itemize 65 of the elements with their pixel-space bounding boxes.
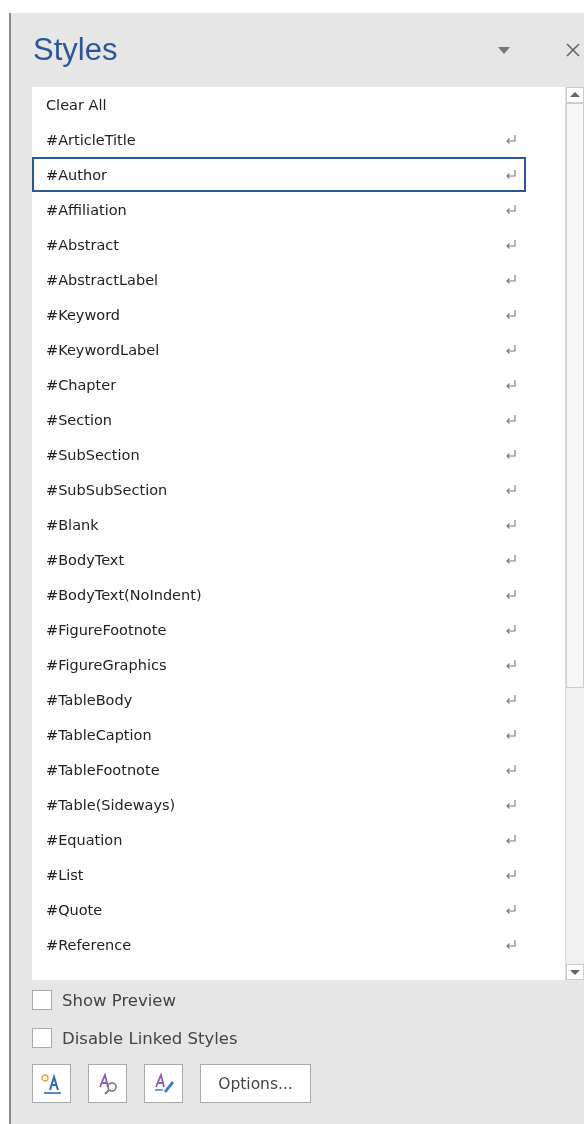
style-item[interactable]: #Affiliation xyxy=(32,192,526,227)
paragraph-mark-icon xyxy=(505,344,516,355)
paragraph-mark-icon xyxy=(505,274,516,285)
style-item[interactable]: #KeywordLabel xyxy=(32,332,526,367)
style-item[interactable]: #BodyText(NoIndent) xyxy=(32,577,526,612)
style-item[interactable]: Clear All xyxy=(32,87,526,122)
scrollbar[interactable] xyxy=(565,87,584,980)
style-item[interactable]: #FigureFootnote xyxy=(32,612,526,647)
style-item[interactable]: #Chapter xyxy=(32,367,526,402)
paragraph-mark-icon xyxy=(505,589,516,600)
style-item[interactable]: #TableFootnote xyxy=(32,752,526,787)
style-item[interactable]: #List xyxy=(32,857,526,892)
style-item[interactable]: #SubSection xyxy=(32,437,526,472)
options-button[interactable]: Options... xyxy=(200,1064,311,1103)
paragraph-mark-icon xyxy=(505,519,516,530)
paragraph-mark-icon xyxy=(505,239,516,250)
style-item[interactable]: #Quote xyxy=(32,892,526,927)
style-item[interactable]: #Table(Sideways) xyxy=(32,787,526,822)
paragraph-mark-icon xyxy=(505,729,516,740)
style-item[interactable]: #Keyword xyxy=(32,297,526,332)
style-inspector-button[interactable] xyxy=(88,1064,127,1103)
paragraph-mark-icon xyxy=(505,169,516,180)
manage-styles-button[interactable] xyxy=(144,1064,183,1103)
paragraph-mark-icon xyxy=(505,834,516,845)
checkbox-label: Show Preview xyxy=(62,990,176,1010)
scroll-down-icon[interactable] xyxy=(566,964,584,980)
style-item[interactable]: #BodyText xyxy=(32,542,526,577)
paragraph-mark-icon xyxy=(505,309,516,320)
style-item[interactable]: #ArticleTitle xyxy=(32,122,526,157)
style-item[interactable]: #Blank xyxy=(32,507,526,542)
style-item[interactable]: #Author xyxy=(32,157,526,192)
checkbox-label: Disable Linked Styles xyxy=(62,1028,238,1048)
paragraph-mark-icon xyxy=(505,799,516,810)
pane-title: Styles xyxy=(33,31,118,68)
paragraph-mark-icon xyxy=(505,379,516,390)
paragraph-mark-icon xyxy=(505,939,516,950)
new-style-icon xyxy=(39,1072,64,1095)
paragraph-mark-icon xyxy=(505,484,516,495)
style-item[interactable]: #Abstract xyxy=(32,227,526,262)
style-item[interactable]: #Section xyxy=(32,402,526,437)
scroll-up-icon[interactable] xyxy=(566,87,584,103)
paragraph-mark-icon xyxy=(505,764,516,775)
style-item[interactable]: #AbstractLabel xyxy=(32,262,526,297)
new-style-button[interactable] xyxy=(32,1064,71,1103)
paragraph-mark-icon xyxy=(505,134,516,145)
paragraph-mark-icon xyxy=(505,624,516,635)
paragraph-mark-icon xyxy=(505,659,516,670)
paragraph-mark-icon xyxy=(505,694,516,705)
paragraph-mark-icon xyxy=(505,414,516,425)
checkbox[interactable] xyxy=(32,1028,52,1048)
paragraph-mark-icon xyxy=(505,554,516,565)
style-item[interactable]: #TableCaption xyxy=(32,717,526,752)
style-item[interactable]: #SubSubSection xyxy=(32,472,526,507)
scroll-thumb[interactable] xyxy=(566,103,584,688)
close-icon[interactable] xyxy=(566,43,580,57)
dropdown-arrow-icon[interactable] xyxy=(498,46,510,54)
paragraph-mark-icon xyxy=(505,449,516,460)
checkbox[interactable] xyxy=(32,990,52,1010)
style-item[interactable]: #FigureGraphics xyxy=(32,647,526,682)
paragraph-mark-icon xyxy=(505,904,516,915)
style-item[interactable]: #Equation xyxy=(32,822,526,857)
style-item[interactable]: #TableBody xyxy=(32,682,526,717)
paragraph-mark-icon xyxy=(505,204,516,215)
style-item[interactable]: #Reference xyxy=(32,927,526,962)
paragraph-mark-icon xyxy=(505,869,516,880)
